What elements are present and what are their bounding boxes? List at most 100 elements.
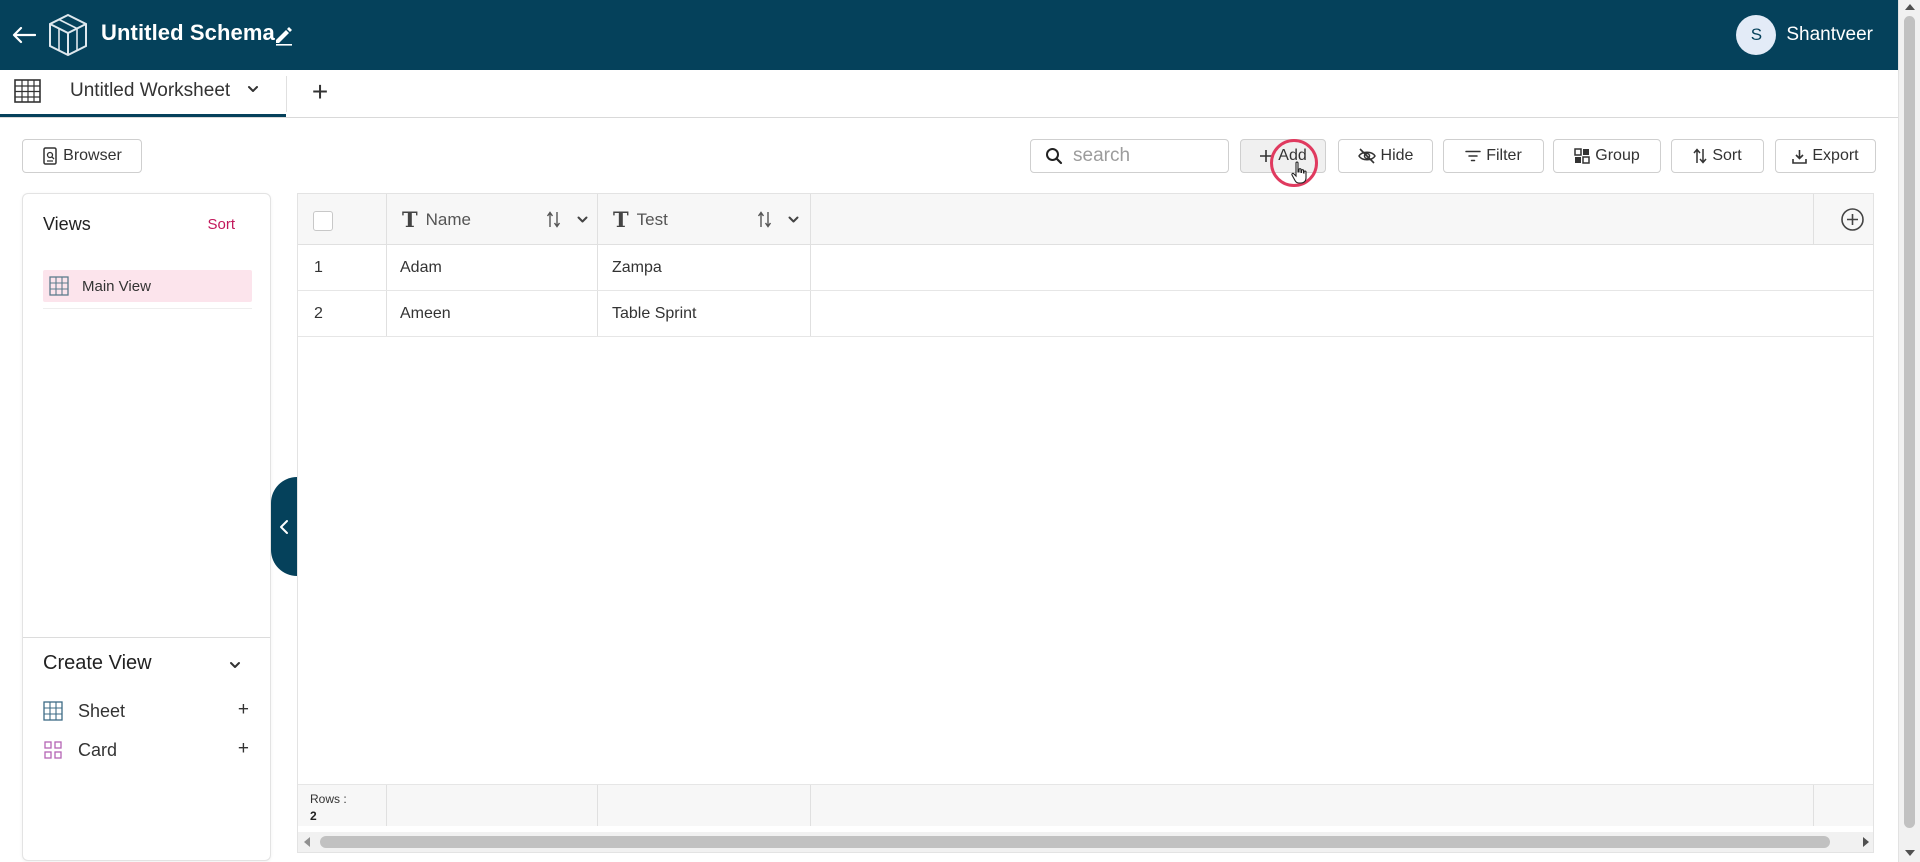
download-icon (1792, 149, 1808, 164)
table-grid-icon (14, 79, 41, 103)
select-all-checkbox[interactable] (313, 211, 333, 231)
worksheet-tabbar: Untitled Worksheet + (0, 70, 1898, 118)
column-separator (1813, 785, 1814, 826)
create-sheet-label: Sheet (78, 700, 126, 721)
back-button[interactable] (10, 20, 38, 50)
collapse-sidebar-button[interactable] (271, 477, 297, 576)
create-card-label: Card (78, 739, 118, 760)
sort-arrows-icon[interactable] (757, 210, 773, 228)
create-sheet-view[interactable]: Sheet + (43, 696, 255, 726)
table-row[interactable]: 1 Adam Zampa (298, 245, 1873, 291)
browser-button[interactable]: Browser (22, 139, 142, 173)
data-grid: T Name T Test 1 Adam Zampa 2 Ameen Table… (297, 193, 1874, 853)
text-type-icon: T (613, 207, 629, 232)
browser-icon (43, 147, 57, 165)
hide-button[interactable]: Hide (1338, 139, 1433, 173)
app-header: Untitled Schema S Shantveer (0, 0, 1898, 70)
cell-name[interactable]: Ameen (400, 291, 451, 337)
chevron-down-icon[interactable] (228, 658, 242, 672)
search-icon (1046, 148, 1063, 165)
sort-button[interactable]: Sort (1671, 139, 1764, 173)
scrollbar-thumb[interactable] (320, 836, 1830, 848)
views-sort-button[interactable]: Sort (207, 216, 235, 233)
column-separator (810, 291, 811, 336)
column-separator (810, 245, 811, 290)
add-card-view-button[interactable]: + (238, 738, 249, 760)
group-button[interactable]: Group (1553, 139, 1661, 173)
create-view-title: Create View (43, 652, 152, 674)
column-separator (597, 245, 598, 290)
schema-title: Untitled Schema (101, 20, 275, 45)
column-separator (597, 291, 598, 336)
chevron-down-icon[interactable] (787, 213, 800, 226)
scroll-right-icon[interactable] (1863, 837, 1869, 847)
column-header-test[interactable]: T Test (597, 194, 810, 245)
cell-name[interactable]: Adam (400, 245, 442, 291)
scroll-left-icon[interactable] (304, 837, 310, 847)
sort-label: Sort (1712, 147, 1742, 164)
add-column-icon[interactable] (1840, 207, 1865, 232)
export-button[interactable]: Export (1775, 139, 1876, 173)
cell-test[interactable]: Table Sprint (612, 291, 697, 337)
chevron-down-icon[interactable] (246, 82, 260, 96)
view-item-main[interactable]: Main View (43, 270, 252, 302)
search-input[interactable] (1073, 145, 1213, 167)
sort-arrows-icon[interactable] (546, 210, 562, 228)
column-separator (386, 785, 387, 826)
views-sidebar: Views Sort Main View Create View Sheet +… (22, 193, 271, 861)
worksheet-tab-label: Untitled Worksheet (70, 80, 231, 101)
scroll-up-icon[interactable] (1905, 4, 1915, 10)
scrollbar-thumb[interactable] (1904, 16, 1915, 828)
user-menu[interactable]: S Shantveer (1736, 15, 1873, 55)
arrow-left-icon (12, 26, 36, 44)
grid-footer: Rows : 2 (298, 784, 1873, 826)
rows-count-value: 2 (310, 809, 317, 823)
filter-button[interactable]: Filter (1443, 139, 1544, 173)
horizontal-scrollbar[interactable] (298, 832, 1873, 852)
chevron-left-icon (280, 519, 288, 534)
add-label: Add (1278, 147, 1307, 164)
export-label: Export (1812, 147, 1859, 164)
rows-count-label: Rows : (310, 792, 347, 806)
column-separator (810, 785, 811, 826)
browser-label: Browser (63, 147, 122, 164)
create-card-view[interactable]: Card + (43, 735, 255, 765)
eye-off-icon (1357, 148, 1376, 164)
add-worksheet-button[interactable]: + (306, 76, 334, 108)
cell-test[interactable]: Zampa (612, 245, 662, 291)
column-header-name[interactable]: T Name (386, 194, 598, 245)
plus-icon (1260, 150, 1273, 162)
column-separator (810, 194, 811, 244)
column-separator (386, 291, 387, 336)
tab-divider (286, 76, 287, 112)
grid-header: T Name T Test (298, 194, 1873, 245)
hide-label: Hide (1380, 147, 1414, 164)
edit-title-button[interactable] (273, 24, 295, 46)
column-separator (1813, 194, 1814, 244)
grid-icon (49, 276, 69, 296)
add-sheet-view-button[interactable]: + (238, 699, 249, 721)
chevron-down-icon[interactable] (576, 213, 589, 226)
column-name-label: Name (425, 209, 471, 229)
column-separator (386, 245, 387, 290)
sheet-grid-icon (43, 701, 63, 721)
search-box[interactable] (1030, 139, 1229, 173)
avatar[interactable]: S (1736, 15, 1777, 55)
table-row[interactable]: 2 Ameen Table Sprint (298, 291, 1873, 337)
row-index: 1 (314, 259, 323, 276)
card-grid-icon (44, 741, 62, 759)
views-title: Views (43, 214, 91, 234)
column-separator (597, 785, 598, 826)
group-icon (1574, 148, 1591, 164)
user-name: Shantveer (1786, 24, 1873, 45)
scroll-down-icon[interactable] (1905, 850, 1915, 856)
add-button[interactable]: Add (1240, 139, 1326, 173)
divider (43, 308, 252, 309)
tab-untitled-worksheet[interactable]: Untitled Worksheet (0, 70, 286, 117)
sort-arrows-icon (1693, 148, 1707, 164)
text-type-icon: T (402, 207, 418, 232)
view-item-label: Main View (82, 277, 151, 295)
filter-lines-icon (1465, 150, 1481, 162)
group-label: Group (1595, 147, 1640, 164)
page-scrollbar[interactable] (1898, 0, 1920, 862)
